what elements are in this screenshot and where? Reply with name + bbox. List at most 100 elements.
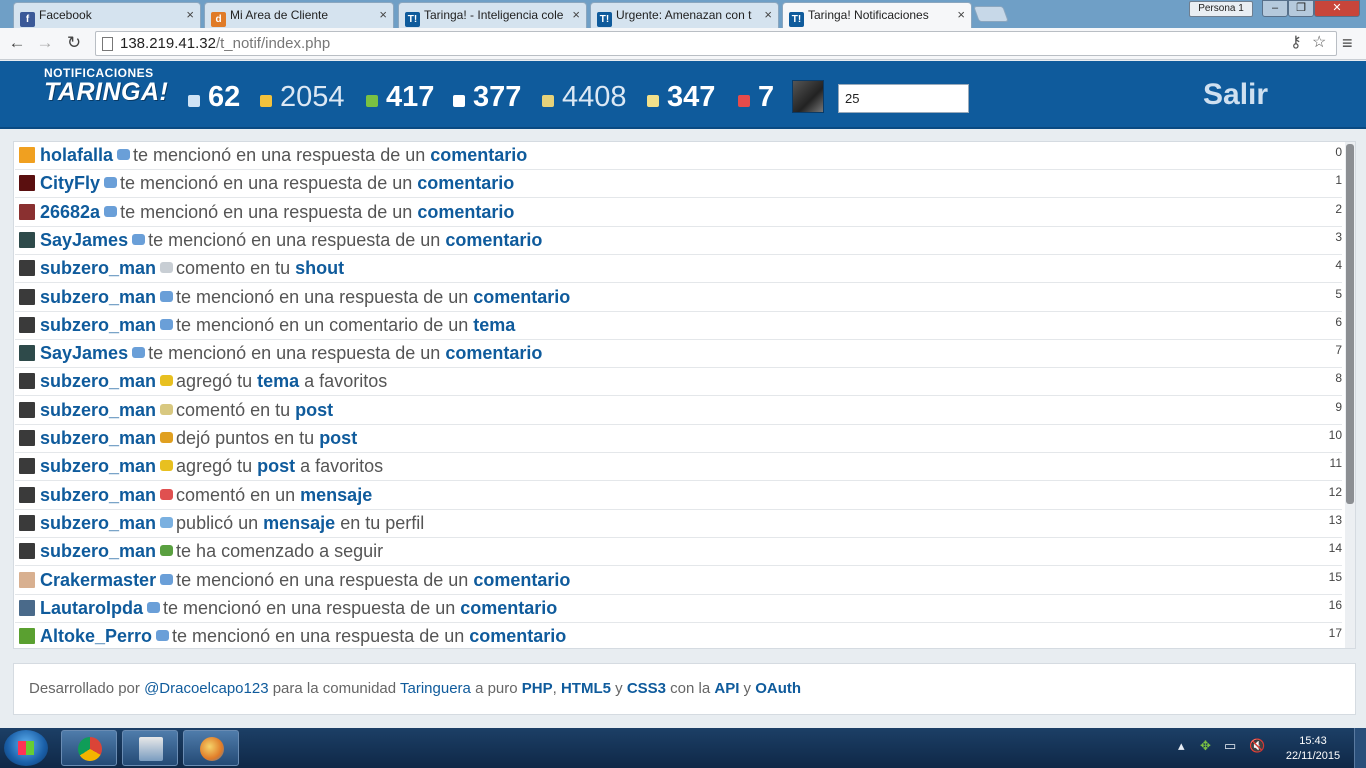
chrome-taskbar-button[interactable] <box>61 730 117 766</box>
user-avatar-icon[interactable] <box>19 430 35 446</box>
notification-item[interactable]: subzero_man comento en tu shout 4 <box>15 255 1342 284</box>
notification-item[interactable]: subzero_man comentó en tu post 9 <box>15 396 1342 425</box>
notification-user-link[interactable]: SayJames <box>40 230 128 250</box>
key-icon[interactable]: ⚷ <box>1290 32 1302 52</box>
notification-item[interactable]: CityFly te mencionó en una respuesta de u… <box>15 170 1342 199</box>
browser-tab[interactable]: T! Taringa! - Inteligencia cole × <box>398 2 587 28</box>
address-bar[interactable]: 138.219.41.32/t_notif/index.php <box>95 31 1337 56</box>
notification-item[interactable]: LautaroIpda te mencionó en una respuesta … <box>15 594 1342 623</box>
tab-close-icon[interactable]: × <box>957 7 965 22</box>
notification-item[interactable]: Crakermaster te mencionó en una respuesta… <box>15 566 1342 595</box>
user-avatar-icon[interactable] <box>19 628 35 645</box>
notification-target-link[interactable]: mensaje <box>263 513 335 533</box>
browser-tab[interactable]: d Mi Area de Cliente × <box>204 2 394 28</box>
notification-user-link[interactable]: Altoke_Perro <box>40 626 152 646</box>
user-avatar-icon[interactable] <box>19 316 35 333</box>
notification-user-link[interactable]: subzero_man <box>40 315 156 335</box>
bookmark-star-icon[interactable]: ☆ <box>1312 32 1326 52</box>
notification-item[interactable]: subzero_man agregó tu post a favoritos 11 <box>15 453 1342 482</box>
notification-user-link[interactable]: subzero_man <box>40 400 156 420</box>
tab-close-icon[interactable]: × <box>764 7 772 22</box>
notification-user-link[interactable]: subzero_man <box>40 456 156 476</box>
list-scrollbar[interactable] <box>1345 142 1355 648</box>
tray-display-icon[interactable]: ▭ <box>1224 738 1236 754</box>
logout-button[interactable]: Salir <box>1203 78 1268 112</box>
api-link[interactable]: API <box>714 680 739 697</box>
notification-item[interactable]: SayJames te mencionó en una respuesta de … <box>15 226 1342 255</box>
notification-user-link[interactable]: Crakermaster <box>40 570 156 590</box>
notification-item[interactable]: subzero_man te ha comenzado a seguir 14 <box>15 538 1342 567</box>
notification-user-link[interactable]: SayJames <box>40 343 128 363</box>
notification-user-link[interactable]: subzero_man <box>40 428 156 448</box>
count-input[interactable] <box>838 84 969 113</box>
notification-user-link[interactable]: subzero_man <box>40 258 156 278</box>
notification-item[interactable]: subzero_man agregó tu tema a favoritos 8 <box>15 368 1342 397</box>
notification-user-link[interactable]: subzero_man <box>40 287 156 307</box>
user-avatar-icon[interactable] <box>19 373 35 390</box>
notification-target-link[interactable]: comentario <box>473 570 570 590</box>
network-taskbar-button[interactable] <box>122 730 178 766</box>
tab-close-icon[interactable]: × <box>379 7 387 22</box>
notification-target-link[interactable]: comentario <box>469 626 566 646</box>
user-avatar-icon[interactable] <box>19 288 35 305</box>
notification-user-link[interactable]: holafalla <box>40 145 113 165</box>
tray-app-icon[interactable]: ✥ <box>1200 738 1211 754</box>
notification-user-link[interactable]: LautaroIpda <box>40 598 143 618</box>
window-close-button[interactable]: ✕ <box>1314 0 1360 17</box>
notification-target-link[interactable]: comentario <box>417 202 514 222</box>
notification-user-link[interactable]: 26682a <box>40 202 100 222</box>
notification-target-link[interactable]: tema <box>257 371 299 391</box>
notification-target-link[interactable]: post <box>319 428 357 448</box>
php-link[interactable]: PHP <box>522 680 553 697</box>
new-tab-button[interactable] <box>973 6 1009 22</box>
notification-user-link[interactable]: subzero_man <box>40 371 156 391</box>
notification-target-link[interactable]: mensaje <box>300 485 372 505</box>
browser-tab[interactable]: f Facebook × <box>13 2 201 28</box>
community-link[interactable]: Taringuera <box>400 680 471 697</box>
user-avatar-icon[interactable] <box>19 231 35 248</box>
css3-link[interactable]: CSS3 <box>627 680 666 697</box>
author-link[interactable]: @Dracoelcapo123 <box>144 680 268 697</box>
notification-item[interactable]: 26682a te mencionó en una respuesta de un… <box>15 198 1342 227</box>
minimize-button[interactable]: – <box>1262 0 1288 17</box>
system-clock[interactable]: 15:43 22/11/2015 <box>1283 734 1343 764</box>
notification-item[interactable]: subzero_man comentó en un mensaje 12 <box>15 481 1342 510</box>
browser-tab[interactable]: T! Taringa! Notificaciones × <box>782 2 972 28</box>
tab-close-icon[interactable]: × <box>186 7 194 22</box>
profile-button[interactable]: Persona 1 <box>1189 1 1253 17</box>
notification-item[interactable]: holafalla te mencionó en una respuesta de… <box>15 142 1342 170</box>
start-button[interactable] <box>4 730 48 766</box>
menu-icon[interactable]: ≡ <box>1342 34 1358 52</box>
notification-item[interactable]: SayJames te mencionó en una respuesta de … <box>15 340 1342 369</box>
user-avatar-icon[interactable] <box>19 486 35 503</box>
notification-target-link[interactable]: shout <box>295 258 344 278</box>
user-avatar-icon[interactable] <box>19 147 35 163</box>
notification-item[interactable]: subzero_man te mencionó en una respuesta … <box>15 283 1342 312</box>
paint-taskbar-button[interactable] <box>183 730 239 766</box>
user-avatar-icon[interactable] <box>19 599 35 616</box>
notification-item[interactable]: Altoke_Perro te mencionó en una respuesta… <box>15 623 1342 648</box>
user-avatar-icon[interactable] <box>19 458 35 475</box>
notification-item[interactable]: subzero_man dejó puntos en tu post 10 <box>15 425 1342 453</box>
user-avatar-icon[interactable] <box>19 514 35 531</box>
notification-user-link[interactable]: subzero_man <box>40 541 156 561</box>
volume-muted-icon[interactable]: 🔇 <box>1249 738 1265 754</box>
forward-icon[interactable]: → <box>34 32 56 54</box>
notification-user-link[interactable]: CityFly <box>40 173 100 193</box>
user-avatar-icon[interactable] <box>19 345 35 362</box>
notification-target-link[interactable]: comentario <box>445 343 542 363</box>
notification-item[interactable]: subzero_man publicó un mensaje en tu perf… <box>15 509 1342 538</box>
browser-tab[interactable]: T! Urgente: Amenazan con t × <box>590 2 779 28</box>
notification-user-link[interactable]: subzero_man <box>40 485 156 505</box>
user-avatar-icon[interactable] <box>19 543 35 560</box>
notification-target-link[interactable]: post <box>257 456 295 476</box>
notification-target-link[interactable]: post <box>295 400 333 420</box>
tray-expand-icon[interactable]: ▴ <box>1178 738 1185 754</box>
user-avatar-icon[interactable] <box>19 203 35 220</box>
scrollbar-thumb[interactable] <box>1346 144 1354 504</box>
show-desktop-button[interactable] <box>1354 728 1366 768</box>
reload-icon[interactable]: ↻ <box>63 32 85 54</box>
notification-target-link[interactable]: comentario <box>417 173 514 193</box>
user-avatar[interactable] <box>792 80 824 113</box>
back-icon[interactable]: ← <box>6 32 28 54</box>
